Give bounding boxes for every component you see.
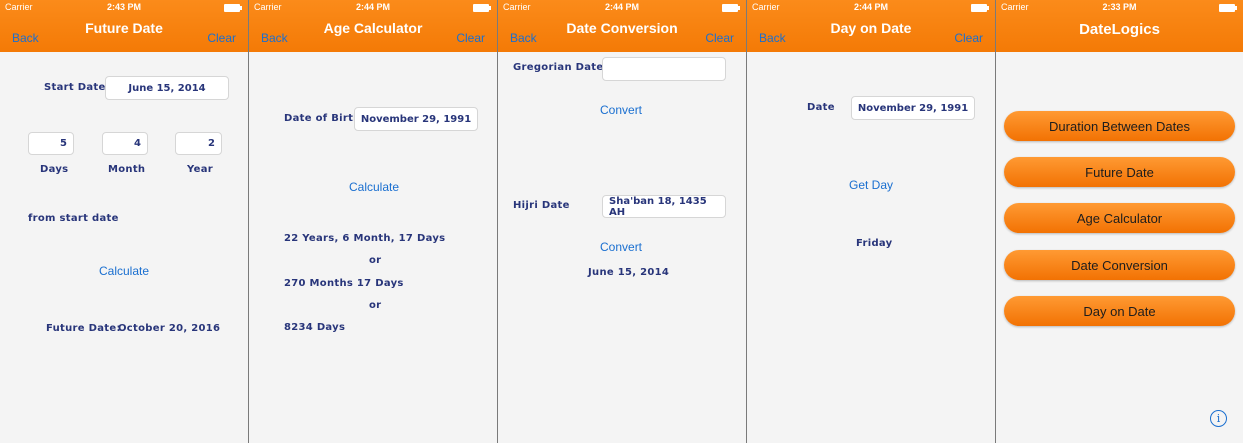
date-label: Date <box>807 102 835 113</box>
navigation-bar: Carrier 2:43 PM Future Date Back Clear <box>0 0 248 52</box>
status-bar: Carrier 2:44 PM <box>249 0 497 14</box>
date-of-birth-field[interactable]: November 29, 1991 <box>354 107 478 131</box>
or-label: or <box>369 300 382 311</box>
or-label: or <box>369 255 382 266</box>
month-field[interactable]: 4 <box>102 132 148 155</box>
app-title: DateLogics <box>1079 21 1160 38</box>
age-calculator-screen: Carrier 2:44 PM Age Calculator Back Clea… <box>249 0 497 443</box>
battery-icon <box>722 4 740 12</box>
conversion-result: June 15, 2014 <box>588 267 670 278</box>
convert-gregorian-button[interactable]: Convert <box>600 103 642 117</box>
battery-icon <box>224 4 242 12</box>
info-icon[interactable]: i <box>1210 410 1227 427</box>
date-conversion-button[interactable]: Date Conversion <box>1004 250 1235 280</box>
battery-icon <box>473 4 491 12</box>
future-date-screen: Carrier 2:43 PM Future Date Back Clear S… <box>0 0 248 443</box>
date-field[interactable]: November 29, 1991 <box>851 96 975 120</box>
future-date-button[interactable]: Future Date <box>1004 157 1235 187</box>
age-calculator-button[interactable]: Age Calculator <box>1004 203 1235 233</box>
age-result-months: 270 Months 17 Days <box>284 278 404 289</box>
start-date-field[interactable]: June 15, 2014 <box>105 76 229 100</box>
back-button[interactable]: Back <box>261 31 288 45</box>
future-date-label: Future Date: <box>46 323 121 334</box>
get-day-button[interactable]: Get Day <box>849 178 893 192</box>
calculate-button[interactable]: Calculate <box>349 180 399 194</box>
day-result: Friday <box>856 238 893 249</box>
start-date-label: Start Date <box>44 82 106 93</box>
duration-between-dates-button[interactable]: Duration Between Dates <box>1004 111 1235 141</box>
navigation-bar: Carrier 2:44 PM Date Conversion Back Cle… <box>498 0 746 52</box>
status-time: 2:43 PM <box>106 2 141 12</box>
status-bar: Carrier 2:43 PM <box>0 0 248 14</box>
status-time: 2:44 PM <box>355 2 390 12</box>
battery-icon <box>1219 4 1237 12</box>
days-field[interactable]: 5 <box>28 132 74 155</box>
hijri-date-label: Hijri Date <box>513 200 570 211</box>
navigation-bar: Carrier 2:44 PM Age Calculator Back Clea… <box>249 0 497 52</box>
status-bar: Carrier 2:44 PM <box>498 0 746 14</box>
year-field[interactable]: 2 <box>175 132 222 155</box>
status-bar: Carrier 2:44 PM <box>747 0 995 14</box>
back-button[interactable]: Back <box>759 31 786 45</box>
calculate-button[interactable]: Calculate <box>99 264 149 278</box>
year-label: Year <box>187 164 213 175</box>
days-label: Days <box>40 164 69 175</box>
day-on-date-screen: Carrier 2:44 PM Day on Date Back Clear D… <box>747 0 995 443</box>
from-start-date-label: from start date <box>28 213 119 224</box>
date-conversion-screen: Carrier 2:44 PM Date Conversion Back Cle… <box>498 0 746 443</box>
datelogics-menu-screen: Carrier 2:33 PM DateLogics Duration Betw… <box>996 0 1243 443</box>
convert-hijri-button[interactable]: Convert <box>600 240 642 254</box>
age-result-days: 8234 Days <box>284 322 346 333</box>
month-label: Month <box>108 164 146 175</box>
future-date-result: October 20, 2016 <box>118 323 221 334</box>
day-on-date-button[interactable]: Day on Date <box>1004 296 1235 326</box>
status-time: 2:33 PM <box>1102 2 1137 12</box>
battery-icon <box>971 4 989 12</box>
clear-button[interactable]: Clear <box>456 31 485 45</box>
status-time: 2:44 PM <box>604 2 639 12</box>
date-of-birth-label: Date of Birth <box>284 113 361 124</box>
clear-button[interactable]: Clear <box>954 31 983 45</box>
navigation-bar: Carrier 2:33 PM DateLogics <box>996 0 1243 52</box>
clear-button[interactable]: Clear <box>207 31 236 45</box>
navigation-bar: Carrier 2:44 PM Day on Date Back Clear <box>747 0 995 52</box>
age-result-years: 22 Years, 6 Month, 17 Days <box>284 233 446 244</box>
status-bar: Carrier 2:33 PM <box>996 0 1243 14</box>
gregorian-date-field[interactable] <box>602 57 726 81</box>
back-button[interactable]: Back <box>12 31 39 45</box>
gregorian-date-label: Gregorian Date <box>513 62 604 73</box>
back-button[interactable]: Back <box>510 31 537 45</box>
hijri-date-field[interactable]: Sha'ban 18, 1435 AH <box>602 195 726 218</box>
status-time: 2:44 PM <box>853 2 888 12</box>
clear-button[interactable]: Clear <box>705 31 734 45</box>
